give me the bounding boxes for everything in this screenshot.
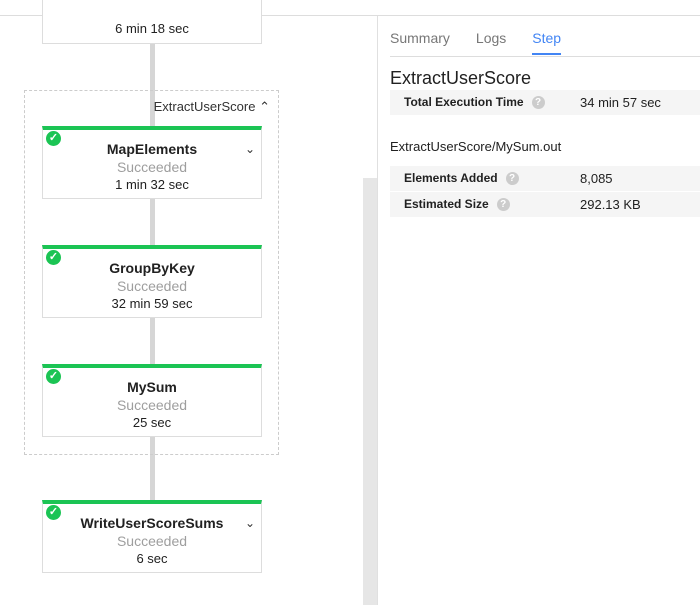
step-card-mapelements[interactable]: ✓ ⌄ MapElements Succeeded 1 min 32 sec [42, 126, 262, 199]
scrollbar[interactable] [363, 178, 377, 605]
help-icon[interactable]: ? [496, 198, 510, 212]
step-status: Succeeded [116, 397, 188, 413]
panel-divider [377, 16, 378, 605]
graph-canvas: 6 min 18 sec ExtractUserScore ⌃ ✓ ⌄ MapE… [0, 0, 363, 605]
chevron-down-icon[interactable]: ⌄ [245, 142, 255, 156]
tab-bar: Summary Logs Step [390, 30, 562, 55]
metric-value: 34 min 57 sec [580, 95, 661, 110]
check-circle-icon: ✓ [46, 369, 61, 384]
check-circle-icon: ✓ [46, 505, 61, 520]
step-card-groupbykey[interactable]: ✓ GroupByKey Succeeded 32 min 59 sec [42, 245, 262, 318]
step-time: 32 min 59 sec [111, 296, 193, 311]
chevron-up-icon[interactable]: ⌃ [259, 99, 270, 114]
check-circle-icon: ✓ [46, 250, 61, 265]
group-header[interactable]: ExtractUserScore ⌃ [154, 99, 270, 115]
step-card-writeuserscoresums[interactable]: ✓ ⌄ WriteUserScoreSums Succeeded 6 sec [42, 500, 262, 573]
step-title: ExtractUserScore [390, 68, 532, 88]
elements-added-row: Elements Added? 8,085 [390, 166, 700, 191]
tab-logs[interactable]: Logs [476, 30, 506, 55]
tab-divider [390, 56, 700, 57]
step-name: WriteUserScoreSums [80, 515, 224, 531]
metric-value: 8,085 [580, 171, 613, 186]
step-name: MapElements [106, 141, 198, 157]
step-time: 6 sec [136, 551, 168, 566]
step-time: 6 min 18 sec [115, 21, 189, 36]
metric-value: 292.13 KB [580, 197, 641, 212]
chevron-down-icon[interactable]: ⌄ [245, 516, 255, 530]
step-time: 25 sec [132, 415, 172, 430]
help-icon[interactable]: ? [531, 96, 545, 110]
step-name: MySum [127, 379, 177, 395]
metric-label: Total Execution Time [404, 95, 524, 109]
group-label: ExtractUserScore [153, 99, 256, 114]
metric-label: Estimated Size [404, 197, 489, 211]
step-status: Succeeded [116, 278, 188, 294]
estimated-size-row: Estimated Size? 292.13 KB [390, 192, 700, 217]
output-collection-label: ExtractUserScore/MySum.out [390, 139, 562, 154]
step-card-mysum[interactable]: ✓ MySum Succeeded 25 sec [42, 364, 262, 437]
help-icon[interactable]: ? [505, 172, 519, 186]
step-status: Succeeded [116, 533, 188, 549]
step-name: GroupByKey [109, 260, 195, 276]
step-time: 1 min 32 sec [115, 177, 189, 192]
previous-step-card[interactable]: 6 min 18 sec [42, 0, 262, 44]
total-execution-time-row: Total Execution Time? 34 min 57 sec [390, 90, 700, 115]
tab-summary[interactable]: Summary [390, 30, 450, 55]
check-circle-icon: ✓ [46, 131, 61, 146]
tab-step[interactable]: Step [532, 30, 562, 55]
metric-label: Elements Added [404, 171, 498, 185]
step-status: Succeeded [116, 159, 188, 175]
